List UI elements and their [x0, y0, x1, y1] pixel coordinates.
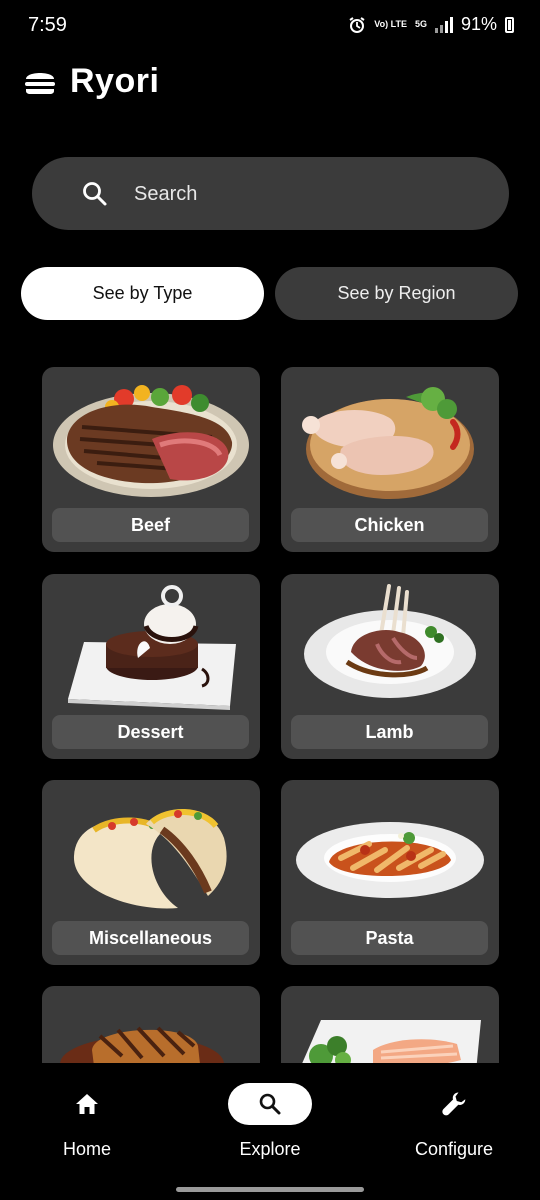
nav-configure-pill	[412, 1083, 496, 1125]
search-bar[interactable]	[32, 157, 509, 232]
nav-explore[interactable]: Explore	[210, 1083, 330, 1173]
category-label: Beef	[52, 508, 249, 542]
see-by-region-button[interactable]: See by Region	[275, 267, 518, 320]
nav-explore-pill	[228, 1083, 312, 1125]
status-icons: Vo) LTE 5G 91%	[348, 14, 514, 35]
category-label: Dessert	[52, 715, 249, 749]
category-label: Pasta	[291, 921, 488, 955]
battery-percent: 91%	[460, 14, 497, 34]
beef-image	[53, 385, 249, 497]
search-icon	[259, 1093, 281, 1115]
app-title: Ryori	[70, 62, 160, 100]
seafood-image	[302, 1020, 481, 1063]
status-bar: 7:59 Vo) LTE 5G 91%	[0, 0, 540, 50]
category-label: Miscellaneous	[52, 921, 249, 955]
nav-home-label: Home	[62, 1139, 111, 1159]
search-input[interactable]	[132, 157, 496, 232]
search-icon	[83, 182, 107, 206]
battery-icon	[505, 16, 514, 33]
see-by-type-button[interactable]: See by Type	[21, 267, 264, 320]
category-card-dessert[interactable]: Dessert	[42, 574, 260, 759]
category-label: Lamb	[291, 715, 488, 749]
wrench-icon	[442, 1092, 466, 1116]
category-card-chicken[interactable]: Chicken	[281, 367, 499, 552]
category-card-lamb[interactable]: Lamb	[281, 574, 499, 759]
dessert-image	[68, 585, 236, 710]
category-card-beef[interactable]: Beef	[42, 367, 260, 552]
nav-configure[interactable]: Configure	[394, 1083, 514, 1173]
chicken-image	[302, 387, 474, 499]
gesture-handle	[176, 1187, 364, 1192]
nav-configure-label: Configure	[414, 1139, 494, 1159]
tacos-image	[73, 808, 227, 909]
signal-icon	[434, 16, 453, 33]
status-time: 7:59	[28, 14, 67, 36]
pork-image	[60, 1026, 224, 1063]
category-card[interactable]	[42, 986, 260, 1063]
nav-home[interactable]: Home	[27, 1083, 147, 1173]
lamb-image	[304, 584, 476, 698]
category-card-pasta[interactable]: Pasta	[281, 780, 499, 965]
network-indicator: 5G	[414, 19, 427, 29]
category-card[interactable]	[281, 986, 499, 1063]
category-card-miscellaneous[interactable]: Miscellaneous	[42, 780, 260, 965]
category-label: Chicken	[291, 508, 488, 542]
burger-icon	[25, 72, 55, 94]
category-grid: Beef Chicken Dessert Lamb Miscellaneous …	[0, 340, 540, 1063]
bottom-navigation: Home Explore Configure	[0, 1063, 540, 1200]
app-header: Ryori	[24, 62, 159, 101]
alarm-icon	[349, 16, 365, 33]
volte-indicator: Vo) LTE	[374, 19, 407, 29]
nav-home-pill	[45, 1083, 129, 1125]
pasta-image	[296, 822, 484, 898]
home-icon	[76, 1094, 98, 1114]
nav-explore-label: Explore	[239, 1139, 301, 1159]
